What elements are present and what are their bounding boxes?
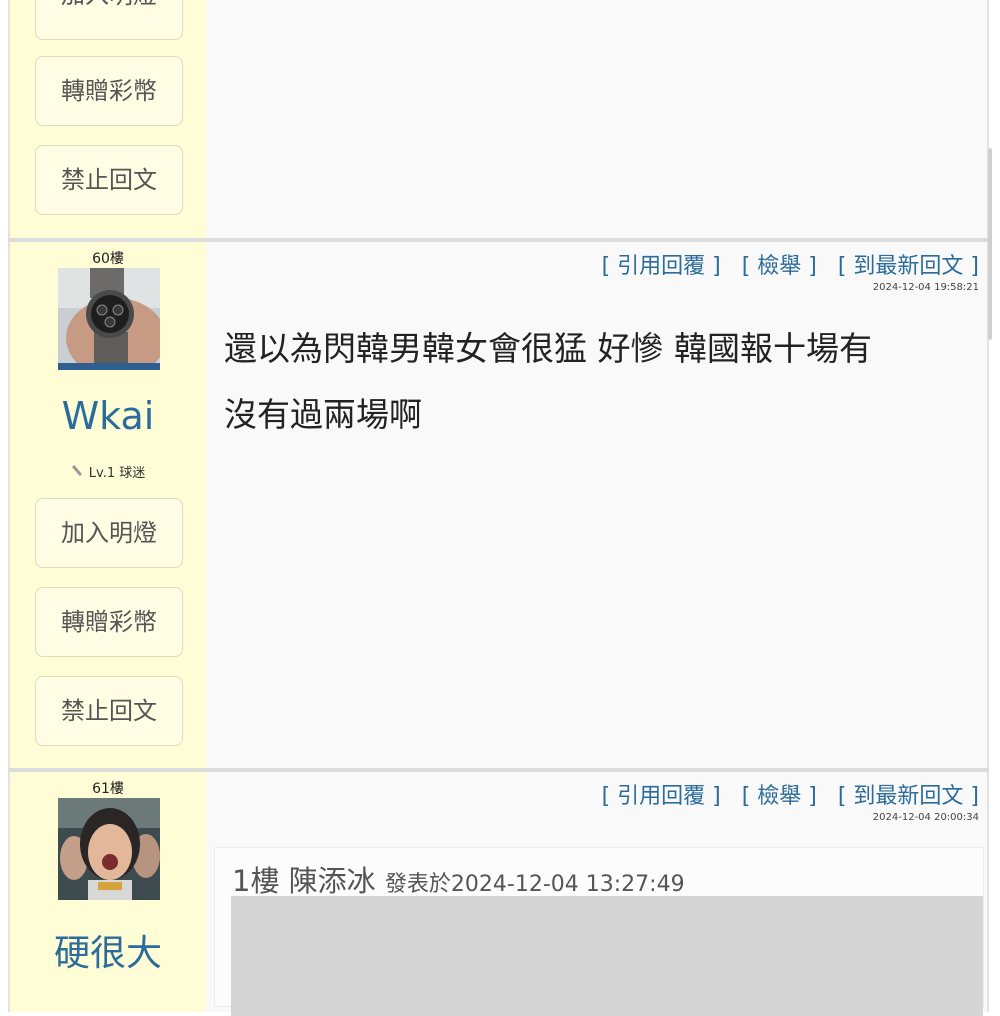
- username[interactable]: 硬很大: [10, 924, 206, 976]
- add-lamp-button[interactable]: 加入明燈: [35, 0, 183, 40]
- quote-floor: 1樓: [232, 864, 280, 898]
- level-text: Lv.1 球迷: [88, 466, 146, 481]
- quote-author[interactable]: 陳添冰: [289, 864, 376, 898]
- quote-posted-time: 2024-12-04 13:27:49: [450, 872, 685, 897]
- post-timestamp: 2024-12-04 19:58:21: [872, 282, 979, 293]
- scrollbar[interactable]: [988, 148, 992, 340]
- latest-reply-link[interactable]: [ 到最新回文 ]: [838, 254, 979, 279]
- post-59: 加入明燈 轉贈彩幣 禁止回文: [8, 0, 989, 238]
- quote-image-placeholder: [231, 896, 983, 1016]
- avatar[interactable]: [58, 798, 160, 900]
- gift-coins-button[interactable]: 轉贈彩幣: [35, 56, 183, 126]
- avatar-watch-image: [58, 268, 160, 370]
- report-link[interactable]: [ 檢舉 ]: [742, 254, 817, 279]
- quote-posted-prefix: 發表於: [384, 872, 451, 897]
- avatar[interactable]: [58, 268, 160, 370]
- floor-number: 60樓: [92, 251, 124, 267]
- report-link[interactable]: [ 檢舉 ]: [742, 784, 817, 809]
- post-actions: [ 引用回覆 ] [ 檢舉 ] [ 到最新回文 ]: [602, 248, 979, 280]
- floor-number: 61樓: [92, 781, 124, 797]
- user-level: Lv.1 球迷: [10, 462, 206, 481]
- post-timestamp: 2024-12-04 20:00:34: [872, 812, 979, 823]
- ban-reply-button[interactable]: 禁止回文: [35, 145, 183, 215]
- quote-header: 1樓 陳添冰 發表於2024-12-04 13:27:49: [232, 858, 685, 900]
- content-line: 沒有過兩場啊: [224, 395, 422, 434]
- post-60: 60樓 Wkai Lv.1 球迷 加入明燈 轉贈彩幣 禁止回文 [ 引用回覆 ]…: [8, 242, 989, 768]
- pencil-icon: [71, 464, 82, 477]
- ban-reply-button[interactable]: 禁止回文: [35, 676, 183, 746]
- username[interactable]: Wkai: [10, 394, 206, 438]
- content-line: 還以為閃韓男韓女會很猛 好慘 韓國報十場有: [224, 329, 872, 368]
- avatar-photo-image: [58, 798, 160, 900]
- quoted-post: 1樓 陳添冰 發表於2024-12-04 13:27:49: [214, 847, 984, 1016]
- quote-reply-link[interactable]: [ 引用回覆 ]: [602, 784, 721, 809]
- post-61: 61樓 硬很大 [ 引用回覆 ] [ 檢舉 ] [ 到最新回文 ] 2024-1…: [8, 772, 989, 1016]
- latest-reply-link[interactable]: [ 到最新回文 ]: [838, 784, 979, 809]
- add-lamp-button[interactable]: 加入明燈: [35, 498, 183, 568]
- quote-reply-link[interactable]: [ 引用回覆 ]: [602, 254, 721, 279]
- post-content: 還以為閃韓男韓女會很猛 好慘 韓國報十場有 沒有過兩場啊: [224, 316, 964, 448]
- gift-coins-button[interactable]: 轉贈彩幣: [35, 587, 183, 657]
- post-actions: [ 引用回覆 ] [ 檢舉 ] [ 到最新回文 ]: [602, 778, 979, 810]
